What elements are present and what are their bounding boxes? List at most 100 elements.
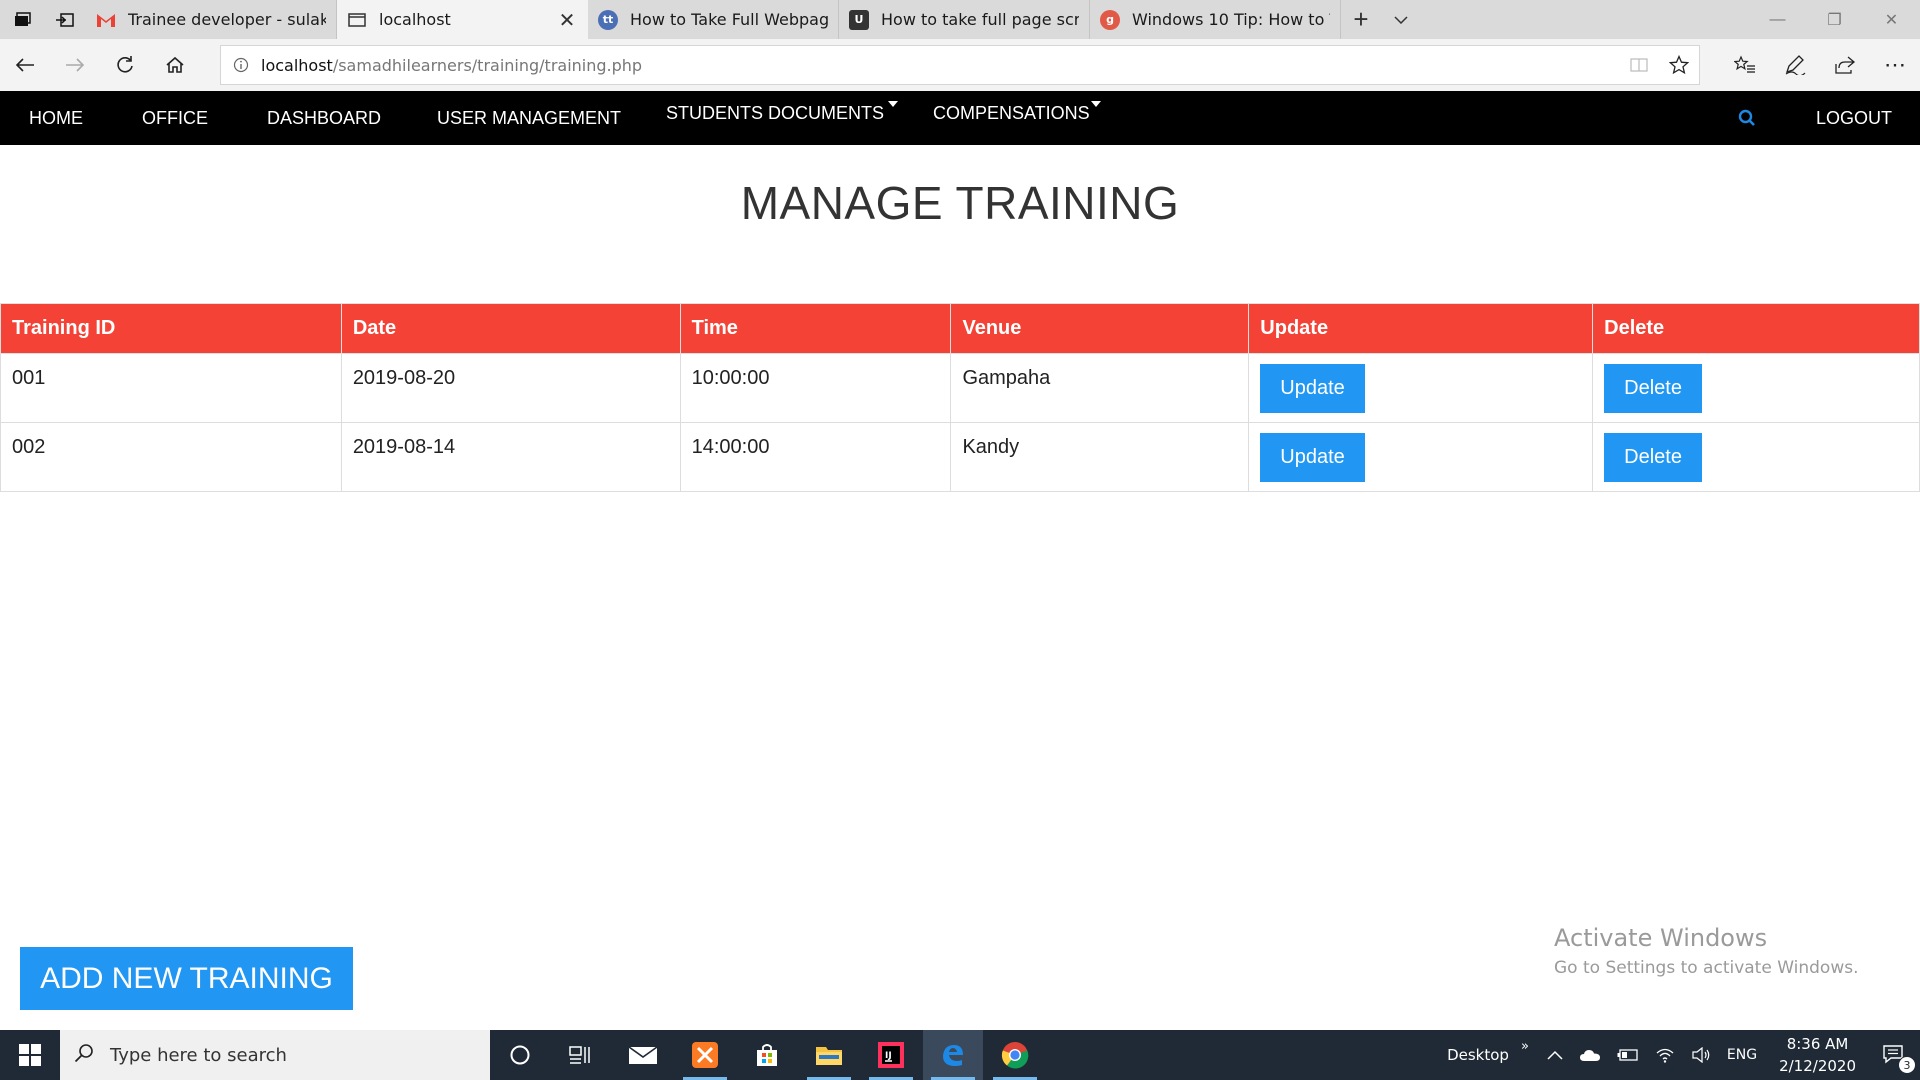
- nav-dashboard[interactable]: DASHBOARD: [267, 91, 381, 145]
- cell-date: 2019-08-20: [340, 353, 681, 423]
- cell-delete: Delete: [1592, 353, 1920, 423]
- browser-tools: ⋯: [1720, 39, 1920, 91]
- windows-start-icon[interactable]: [0, 1030, 60, 1080]
- new-tab-icon[interactable]: +: [1341, 0, 1381, 39]
- page-title: MANAGE TRAINING: [740, 177, 1180, 229]
- address-bar[interactable]: localhost/samadhilearners/training/train…: [220, 45, 1700, 85]
- system-clock[interactable]: 8:36 AM 2/12/2020: [1765, 1033, 1870, 1077]
- browser-tab-active[interactable]: localhost ✕: [337, 0, 588, 39]
- training-id: 001: [12, 367, 46, 389]
- nav-home[interactable]: HOME: [29, 91, 83, 145]
- training-date: 2019-08-14: [352, 436, 456, 458]
- column-header-update: Update: [1248, 303, 1594, 354]
- watermark-title: Activate Windows: [1554, 924, 1768, 952]
- url-text[interactable]: localhost/samadhilearners/training/train…: [261, 56, 1619, 75]
- browser-tab[interactable]: U How to take full page screen: [839, 0, 1090, 39]
- browser-tab[interactable]: tt How to Take Full Webpage :: [588, 0, 839, 39]
- intellij-icon[interactable]: IJ: [861, 1030, 921, 1080]
- training-table: Training ID Date Time Venue Update Delet…: [0, 303, 1920, 492]
- favorites-hub-icon[interactable]: [1720, 39, 1770, 91]
- more-menu-icon[interactable]: ⋯: [1870, 39, 1920, 91]
- cell-date: 2019-08-14: [340, 422, 681, 492]
- training-venue: Gampaha: [962, 367, 1051, 389]
- training-time: 14:00:00: [691, 436, 770, 458]
- task-view-icon[interactable]: [550, 1030, 610, 1080]
- watermark-subtitle: Go to Settings to activate Windows.: [1554, 958, 1859, 978]
- svg-text:IJ: IJ: [885, 1051, 892, 1061]
- favorite-star-icon[interactable]: [1659, 55, 1699, 75]
- activate-windows-watermark: Activate Windows Go to Settings to activ…: [1554, 924, 1859, 978]
- update-button[interactable]: Update: [1260, 433, 1365, 482]
- tab-preview-chevron-icon[interactable]: [1381, 0, 1421, 39]
- tab-actions-icon[interactable]: [0, 0, 43, 39]
- toolbar-expand-icon[interactable]: »: [1517, 1039, 1539, 1072]
- site-navbar: HOME OFFICE DASHBOARD USER MANAGEMENT ST…: [0, 91, 1920, 145]
- training-id: 002: [12, 436, 46, 458]
- site-info-icon[interactable]: [221, 57, 261, 73]
- tab-title: How to take full page screen: [881, 10, 1079, 29]
- cell-training-id: 002: [0, 422, 342, 492]
- restore-icon[interactable]: ❐: [1806, 0, 1863, 39]
- tab-title: How to Take Full Webpage :: [630, 10, 828, 29]
- nav-logout[interactable]: LOGOUT: [1816, 91, 1892, 145]
- close-tab-icon[interactable]: ✕: [556, 8, 578, 32]
- reading-view-icon[interactable]: [1619, 57, 1659, 73]
- cell-venue: Gampaha: [950, 353, 1250, 423]
- update-button[interactable]: Update: [1260, 364, 1365, 413]
- g-icon: g: [1100, 9, 1120, 30]
- back-arrow-icon[interactable]: [0, 39, 50, 91]
- minimize-icon[interactable]: —: [1749, 0, 1806, 39]
- tab-title: Trainee developer - sulakkai: [128, 10, 326, 29]
- browser-tab[interactable]: Trainee developer - sulakkai: [86, 0, 337, 39]
- nav-compensations-dropdown[interactable]: COMPENSATIONS: [933, 91, 1101, 145]
- taskbar-search-placeholder: Type here to search: [110, 1044, 287, 1066]
- windows-taskbar: Type here to search IJ Desktop » ENG 8:3…: [0, 1030, 1920, 1080]
- delete-button[interactable]: Delete: [1604, 364, 1702, 413]
- search-icon[interactable]: [1738, 91, 1756, 145]
- cortana-icon[interactable]: [490, 1030, 550, 1080]
- forward-arrow-icon[interactable]: [50, 39, 100, 91]
- url-host: localhost: [261, 55, 333, 75]
- file-explorer-icon[interactable]: [799, 1030, 859, 1080]
- nav-office[interactable]: OFFICE: [142, 91, 208, 145]
- refresh-icon[interactable]: [100, 39, 150, 91]
- show-hidden-icons-chevron-icon[interactable]: [1539, 1050, 1571, 1060]
- delete-button[interactable]: Delete: [1604, 433, 1702, 482]
- onedrive-icon[interactable]: [1571, 1048, 1609, 1062]
- add-new-training-button[interactable]: ADD NEW TRAINING: [20, 947, 353, 1010]
- nav-students-documents-dropdown[interactable]: STUDENTS DOCUMENTS: [666, 91, 899, 145]
- share-icon[interactable]: [1820, 39, 1870, 91]
- pen-notes-icon[interactable]: [1770, 39, 1820, 91]
- gmail-icon: [96, 10, 116, 30]
- training-time: 10:00:00: [691, 367, 770, 389]
- language-indicator[interactable]: ENG: [1719, 1047, 1765, 1063]
- table-row: 001 2019-08-20 10:00:00 Gampaha Update D…: [0, 353, 1920, 423]
- tab-title: localhost: [379, 10, 451, 29]
- volume-icon[interactable]: [1683, 1047, 1719, 1063]
- caret-down-icon: [1090, 101, 1101, 107]
- browser-tab-strip: Trainee developer - sulakkai localhost ✕…: [0, 0, 1920, 39]
- mail-icon[interactable]: [613, 1030, 673, 1080]
- training-date: 2019-08-20: [352, 367, 456, 389]
- battery-icon[interactable]: [1609, 1048, 1647, 1062]
- wifi-icon[interactable]: [1647, 1047, 1683, 1063]
- close-window-icon[interactable]: ✕: [1863, 0, 1920, 39]
- edge-icon[interactable]: [923, 1030, 983, 1080]
- browser-tab[interactable]: g Windows 10 Tip: How to Tak: [1090, 0, 1341, 39]
- set-tabs-aside-icon[interactable]: [43, 0, 86, 39]
- table-row: 002 2019-08-14 14:00:00 Kandy Update Del…: [0, 422, 1920, 492]
- home-icon[interactable]: [150, 39, 200, 91]
- cell-time: 14:00:00: [679, 422, 952, 492]
- cell-training-id: 001: [0, 353, 342, 423]
- caret-down-icon: [888, 101, 899, 107]
- column-header-delete: Delete: [1592, 303, 1920, 354]
- url-path: /samadhilearners/training/training.php: [332, 55, 643, 75]
- store-icon[interactable]: [737, 1030, 797, 1080]
- desktop-toolbar-label[interactable]: Desktop: [1439, 1046, 1517, 1064]
- cell-time: 10:00:00: [679, 353, 952, 423]
- taskbar-search-box[interactable]: Type here to search: [60, 1030, 490, 1080]
- xampp-icon[interactable]: [675, 1030, 735, 1080]
- chrome-icon[interactable]: [985, 1030, 1045, 1080]
- action-center-icon[interactable]: 3: [1870, 1044, 1920, 1074]
- nav-user-management[interactable]: USER MANAGEMENT: [437, 91, 621, 145]
